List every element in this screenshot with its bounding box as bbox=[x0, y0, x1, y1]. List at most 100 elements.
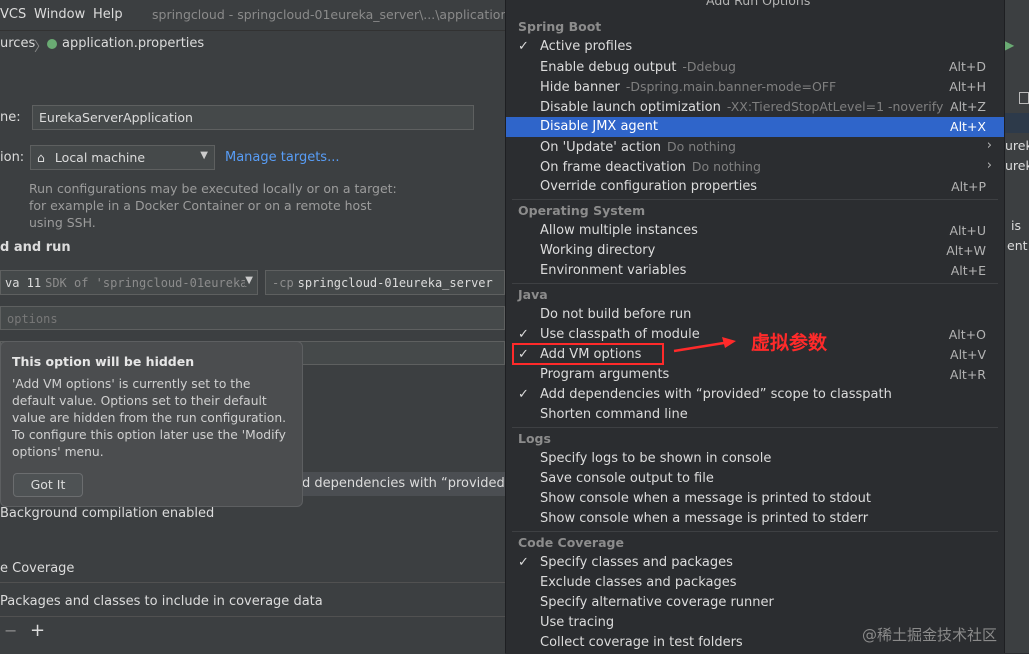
jdk-value: va 11 bbox=[5, 276, 42, 290]
separator bbox=[512, 283, 998, 284]
manage-targets-link[interactable]: Manage targets... bbox=[225, 150, 339, 165]
chevron-down-icon: ▼ bbox=[200, 150, 208, 161]
build-run-heading: d and run bbox=[0, 240, 71, 255]
spring-leaf-icon bbox=[47, 39, 57, 49]
menu-vcs[interactable]: VCS bbox=[0, 7, 26, 22]
coverage-heading: e Coverage bbox=[0, 561, 75, 576]
menu-item-exclude-classes[interactable]: Exclude classes and packages bbox=[506, 573, 1004, 593]
name-input[interactable]: EurekaServerApplication bbox=[32, 105, 474, 130]
menu-item-disable-jmx[interactable]: Disable JMX agent Alt+X bbox=[506, 117, 1004, 137]
check-icon: ✓ bbox=[518, 327, 529, 342]
classpath-select[interactable]: -cp springcloud-01eureka_server bbox=[265, 270, 505, 295]
target-select-value: Local machine bbox=[54, 150, 146, 165]
section-operating-system: Operating System bbox=[518, 203, 646, 218]
selected-row bbox=[1005, 113, 1029, 133]
popup-body-2: To configure this option later use the '… bbox=[12, 428, 286, 459]
section-java: Java bbox=[518, 287, 548, 302]
text-fragment: urek bbox=[1005, 138, 1029, 153]
target-select[interactable]: ⌂ Local machine ▼ bbox=[30, 145, 215, 170]
menu-item-label: On 'Update' action bbox=[540, 140, 661, 155]
vm-options-placeholder: options bbox=[7, 312, 58, 326]
menu-window[interactable]: Window bbox=[34, 7, 85, 22]
menu-item-logs-console[interactable]: Specify logs to be shown in console bbox=[506, 449, 1004, 469]
menu-item-label: Collect coverage in test folders bbox=[540, 635, 743, 650]
provided-scope-text: d dependencies with “provided” sc bbox=[302, 476, 505, 491]
chevron-right-icon: › bbox=[986, 158, 992, 173]
menu-item-override-config[interactable]: Override configuration properties Alt+P bbox=[506, 177, 1004, 197]
menu-item-stdout[interactable]: Show console when a message is printed t… bbox=[506, 489, 1004, 509]
breadcrumb-file[interactable]: application.properties bbox=[62, 36, 204, 51]
right-editor-strip: ▶ urek urek is ent bbox=[1005, 0, 1029, 653]
text-fragment: is bbox=[1011, 218, 1021, 233]
menu-item-save-console[interactable]: Save console output to file bbox=[506, 469, 1004, 489]
menu-item-desc: Do nothing bbox=[691, 159, 761, 174]
vm-options-input[interactable]: options bbox=[0, 306, 505, 330]
menu-item-label: Specify alternative coverage runner bbox=[540, 595, 774, 610]
hidden-option-popup: This option will be hidden 'Add VM optio… bbox=[0, 341, 303, 507]
menu-item-program-arguments[interactable]: Program arguments Alt+R bbox=[506, 365, 1004, 385]
menu-item-working-directory[interactable]: Working directory Alt+W bbox=[506, 241, 1004, 261]
run-icon[interactable]: ▶ bbox=[1005, 38, 1014, 52]
shortcut: Alt+X bbox=[950, 119, 986, 134]
console-icon bbox=[1019, 92, 1029, 104]
chevron-right-icon: › bbox=[986, 138, 992, 153]
menu-bar: VCS Window Help springcloud - springclou… bbox=[0, 0, 533, 30]
menu-item-label: Working directory bbox=[540, 243, 656, 258]
menu-item-active-profiles[interactable]: ✓ Active profiles bbox=[506, 37, 1004, 57]
popup-body: 'Add VM options' is currently set to the… bbox=[12, 377, 287, 425]
coverage-packages-label: Packages and classes to include in cover… bbox=[0, 594, 323, 609]
menu-item-label: Shorten command line bbox=[540, 407, 688, 422]
menu-item-label: Disable launch optimization bbox=[540, 100, 721, 115]
watermark: @稀土掘金技术社区 bbox=[862, 626, 998, 644]
menu-item-label: Active profiles bbox=[540, 39, 633, 54]
cp-value: springcloud-01eureka_server bbox=[297, 276, 493, 290]
menu-item-label: Specify logs to be shown in console bbox=[540, 451, 772, 466]
name-input-value: EurekaServerApplication bbox=[39, 110, 193, 125]
section-code-coverage: Code Coverage bbox=[518, 535, 624, 550]
jdk-select[interactable]: va 11 SDK of 'springcloud-01eureka ▼ bbox=[0, 270, 258, 295]
menu-title: Add Run Options bbox=[706, 0, 811, 8]
breadcrumb-separator: 〉 bbox=[34, 40, 48, 55]
menu-item-hide-banner[interactable]: Hide banner -Dspring.main.banner-mode=OFF… bbox=[506, 77, 1004, 97]
menu-item-desc: -XX:TieredStopAtLevel=1 -noverify bbox=[726, 99, 944, 114]
menu-item-label: Program arguments bbox=[540, 367, 670, 382]
bg-compile-text: Background compilation enabled bbox=[0, 506, 215, 521]
got-it-button[interactable]: Got It bbox=[13, 473, 83, 497]
separator bbox=[512, 427, 998, 428]
section-spring-boot: Spring Boot bbox=[518, 19, 602, 34]
home-icon: ⌂ bbox=[37, 150, 45, 165]
provided-scope-row[interactable]: d dependencies with “provided” sc bbox=[300, 472, 505, 496]
menu-item-label: Use tracing bbox=[540, 615, 615, 630]
menu-item-specify-classes[interactable]: ✓ Specify classes and packages bbox=[506, 553, 1004, 573]
section-logs: Logs bbox=[518, 431, 551, 446]
separator bbox=[512, 199, 998, 200]
check-icon: ✓ bbox=[518, 387, 529, 402]
menu-item-stderr[interactable]: Show console when a message is printed t… bbox=[506, 509, 1004, 529]
menu-item-debug-output[interactable]: Enable debug output -Ddebug Alt+D bbox=[506, 57, 1004, 77]
jdk-detail: SDK of 'springcloud-01eureka bbox=[45, 276, 248, 290]
menu-item-shorten-command-line[interactable]: Shorten command line bbox=[506, 405, 1004, 425]
menu-item-label: Hide banner bbox=[540, 80, 620, 95]
name-label: ne: bbox=[0, 110, 21, 125]
menu-item-on-frame-deactivation[interactable]: On frame deactivation Do nothing › bbox=[506, 157, 1004, 177]
menu-item-alt-runner[interactable]: Specify alternative coverage runner bbox=[506, 593, 1004, 613]
menu-item-label: Save console output to file bbox=[540, 471, 714, 486]
separator bbox=[512, 531, 998, 532]
shortcut: Alt+E bbox=[950, 263, 986, 278]
menu-item-disable-launch-optimization[interactable]: Disable launch optimization -XX:TieredSto… bbox=[506, 97, 1004, 117]
add-icon[interactable]: + bbox=[30, 620, 45, 641]
menu-item-add-dependencies[interactable]: ✓ Add dependencies with “provided” scope… bbox=[506, 385, 1004, 405]
window-title: springcloud - springcloud-01eureka_serve… bbox=[152, 7, 533, 22]
menu-item-on-update[interactable]: On 'Update' action Do nothing › bbox=[506, 137, 1004, 157]
breadcrumb-resources[interactable]: urces bbox=[0, 36, 35, 51]
menu-item-multiple-instances[interactable]: Allow multiple instances Alt+U bbox=[506, 221, 1004, 241]
menu-item-desc: Do nothing bbox=[666, 139, 736, 154]
shortcut: Alt+Z bbox=[950, 99, 986, 114]
remove-icon[interactable]: − bbox=[4, 621, 17, 640]
menu-item-label: Environment variables bbox=[540, 263, 687, 278]
menu-help[interactable]: Help bbox=[93, 7, 123, 22]
menu-item-env-vars[interactable]: Environment variables Alt+E bbox=[506, 261, 1004, 281]
menu-item-no-build[interactable]: Do not build before run bbox=[506, 305, 1004, 325]
highlight-box bbox=[512, 343, 664, 365]
check-icon: ✓ bbox=[518, 555, 529, 570]
